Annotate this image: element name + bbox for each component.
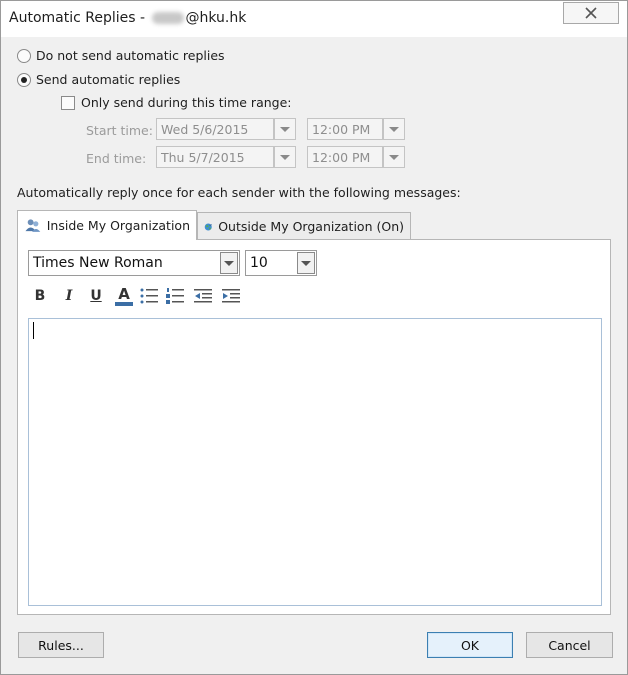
font-color-button[interactable]: A [113,285,135,307]
title-bar: Automatic Replies - @hku.hk [1,1,627,37]
people-icon [25,218,41,232]
start-time-dropdown[interactable] [383,118,405,140]
globe-icon [204,222,212,231]
chevron-down-icon [389,126,399,132]
start-date-dropdown[interactable] [274,118,296,140]
numbering-button[interactable] [164,285,186,307]
do-not-send-label: Do not send automatic replies [36,48,225,63]
title-suffix: @hku.hk [185,10,247,26]
automatic-replies-dialog: Automatic Replies - @hku.hk Do not send … [0,0,628,675]
chevron-down-icon [301,260,311,266]
end-time-label: End time: [86,151,147,166]
tab-outside-organization[interactable]: Outside My Organization (On) [197,212,411,240]
decrease-indent-icon [194,289,212,303]
font-name-value: Times New Roman [33,255,163,271]
time-range-label: Only send during this time range: [81,95,292,110]
font-color-bar [115,301,133,306]
instructions-text: Automatically reply once for each sender… [17,185,461,200]
message-editor[interactable] [28,318,602,606]
numbered-list-icon [166,288,184,304]
dialog-body: Do not send automatic replies Send autom… [1,37,627,674]
start-time-field[interactable]: 12:00 PM [307,118,383,140]
chevron-down-icon [224,260,234,266]
window-title: Automatic Replies - @hku.hk [9,10,246,26]
do-not-send-option[interactable]: Do not send automatic replies [17,48,225,63]
radio-selected-dot [21,76,27,83]
underline-icon: U [90,288,102,304]
tab-inside-label: Inside My Organization [46,218,190,233]
redacted-username [151,12,184,24]
time-range-option[interactable]: Only send during this time range: [61,95,292,110]
increase-indent-button[interactable] [220,285,242,307]
font-size-dropdown[interactable] [297,252,315,274]
tab-inside-organization[interactable]: Inside My Organization [17,210,197,240]
cancel-button[interactable]: Cancel [526,632,613,658]
bold-icon: B [34,288,46,304]
do-not-send-radio[interactable] [17,48,31,63]
end-time-dropdown[interactable] [383,146,405,168]
chevron-down-icon [389,154,399,160]
font-size-value: 10 [250,255,268,271]
start-time-label: Start time: [86,123,153,138]
send-radio[interactable] [17,72,31,87]
tab-outside-label: Outside My Organization (On) [218,219,404,234]
close-icon [585,7,597,19]
chevron-down-icon [280,154,290,160]
end-date-field[interactable]: Thu 5/7/2015 [156,146,274,168]
italic-button[interactable]: I [58,285,80,307]
italic-icon: I [65,288,73,304]
close-button[interactable] [563,2,619,24]
font-name-dropdown[interactable] [220,252,238,274]
increase-indent-icon [222,289,240,303]
ok-button[interactable]: OK [427,632,513,658]
chevron-down-icon [280,126,290,132]
time-range-checkbox[interactable] [61,95,75,110]
title-prefix: Automatic Replies - [9,10,146,26]
underline-button[interactable]: U [85,285,107,307]
rules-button[interactable]: Rules... [18,632,104,658]
send-option[interactable]: Send automatic replies [17,72,180,87]
font-name-select[interactable]: Times New Roman [28,250,240,276]
end-time-field[interactable]: 12:00 PM [307,146,383,168]
bullet-list-icon [140,288,158,304]
decrease-indent-button[interactable] [192,285,214,307]
bold-button[interactable]: B [29,285,51,307]
bullets-button[interactable] [138,285,160,307]
text-caret [33,322,34,339]
send-label: Send automatic replies [36,72,181,87]
font-color-icon: A [118,284,130,303]
start-date-field[interactable]: Wed 5/6/2015 [156,118,274,140]
end-date-dropdown[interactable] [274,146,296,168]
